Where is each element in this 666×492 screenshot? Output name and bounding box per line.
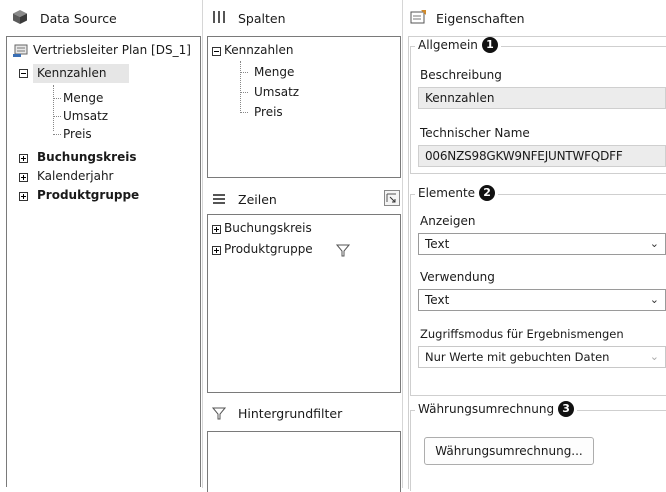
elemente-group-title: Elemente 2 (415, 185, 499, 201)
tree-item-produktgruppe[interactable]: Produktgruppe (37, 188, 139, 202)
anzeigen-value: Text (425, 237, 450, 251)
anzeigen-label: Anzeigen (420, 214, 476, 228)
zugriffsmodus-value: Nur Werte mit gebuchten Daten (425, 350, 610, 364)
tree-item-measure[interactable]: Menge (63, 91, 103, 105)
tree-item-kennzahlen[interactable]: Kennzahlen (37, 66, 106, 80)
anzeigen-select[interactable]: Text ⌄ (418, 233, 666, 255)
chevron-down-icon[interactable]: ⌄ (650, 234, 659, 254)
eigenschaften-title: Eigenschaften (436, 11, 525, 26)
spalten-item-kennzahlen[interactable]: Kennzahlen (224, 43, 293, 57)
tree-item-buchungskreis[interactable]: Buchungskreis (37, 150, 136, 164)
tree-connector (240, 72, 248, 73)
waehrungsumrechnung-button[interactable]: Währungsumrechnung... (424, 437, 594, 465)
tree-connector (53, 85, 54, 131)
columns-icon (213, 11, 225, 23)
data-source-tree: Vertriebsleiter Plan [DS_1] Kennzahlen M… (6, 36, 201, 487)
spalten-title: Spalten (238, 11, 286, 26)
verwendung-label: Verwendung (420, 270, 495, 284)
allgemein-group-title: Allgemein 1 (415, 37, 501, 53)
collapse-icon[interactable] (212, 47, 221, 56)
filter-icon (212, 407, 226, 420)
techname-field[interactable]: 006NZS98GKW9NFEJUNTWFQDFF (418, 145, 666, 167)
data-source-icon (13, 44, 28, 57)
spalten-item-measure[interactable]: Menge (254, 65, 294, 79)
rows-icon (213, 194, 225, 204)
zugriffsmodus-label: Zugriffsmodus für Ergebnismengen (420, 327, 624, 341)
beschreibung-label: Beschreibung (420, 68, 502, 82)
zeilen-item-buchungskreis[interactable]: Buchungskreis (224, 221, 312, 235)
tree-connector (240, 112, 248, 113)
zugriffsmodus-select[interactable]: Nur Werte mit gebuchten Daten ⌄ (418, 346, 666, 368)
properties-icon (410, 10, 426, 24)
data-source-title: Data Source (40, 11, 117, 26)
spalten-item-measure[interactable]: Preis (254, 105, 283, 119)
filter-icon[interactable] (336, 244, 350, 257)
waehrung-group-title: Währungsumrechnung 3 (415, 401, 578, 417)
callout-badge: 1 (481, 37, 498, 53)
expand-icon[interactable] (212, 246, 221, 255)
swap-axes-icon[interactable] (384, 190, 400, 206)
expand-icon[interactable] (19, 154, 28, 163)
tree-connector (53, 98, 61, 99)
tree-connector (240, 92, 248, 93)
techname-label: Technischer Name (420, 126, 530, 140)
verwendung-value: Text (425, 293, 450, 307)
beschreibung-field[interactable]: Kennzahlen (418, 87, 666, 109)
tree-item-kalenderjahr[interactable]: Kalenderjahr (37, 169, 114, 183)
elemente-label: Elemente (418, 186, 476, 200)
expand-icon[interactable] (212, 225, 221, 234)
spalten-dropzone[interactable]: Kennzahlen Menge Umsatz Preis (207, 36, 401, 178)
collapse-icon[interactable] (19, 69, 28, 78)
verwendung-select[interactable]: Text ⌄ (418, 289, 666, 311)
tree-item-measure[interactable]: Preis (63, 127, 92, 141)
callout-badge: 2 (479, 185, 496, 201)
zeilen-item-produktgruppe[interactable]: Produktgruppe (224, 242, 313, 256)
waehrung-label: Währungsumrechnung (418, 402, 555, 416)
hintergrundfilter-dropzone[interactable] (207, 431, 401, 492)
zeilen-dropzone[interactable]: Buchungskreis Produktgruppe (207, 214, 401, 393)
tree-item-measure[interactable]: Umsatz (63, 109, 108, 123)
cube-icon (13, 10, 27, 24)
column-divider (402, 0, 403, 488)
zeilen-title: Zeilen (238, 192, 277, 207)
chevron-down-icon[interactable]: ⌄ (650, 290, 659, 310)
allgemein-label: Allgemein (418, 38, 478, 52)
hintergrundfilter-title: Hintergrundfilter (238, 406, 343, 421)
expand-icon[interactable] (19, 192, 28, 201)
expand-icon[interactable] (19, 173, 28, 182)
spalten-item-measure[interactable]: Umsatz (254, 85, 299, 99)
chevron-down-icon[interactable]: ⌄ (650, 347, 659, 367)
tree-connector (53, 116, 61, 117)
tree-connector (53, 134, 61, 135)
tree-connector (240, 61, 241, 111)
callout-badge: 3 (558, 401, 575, 417)
column-divider (202, 0, 203, 488)
tree-item-root[interactable]: Vertriebsleiter Plan [DS_1] (33, 43, 191, 57)
